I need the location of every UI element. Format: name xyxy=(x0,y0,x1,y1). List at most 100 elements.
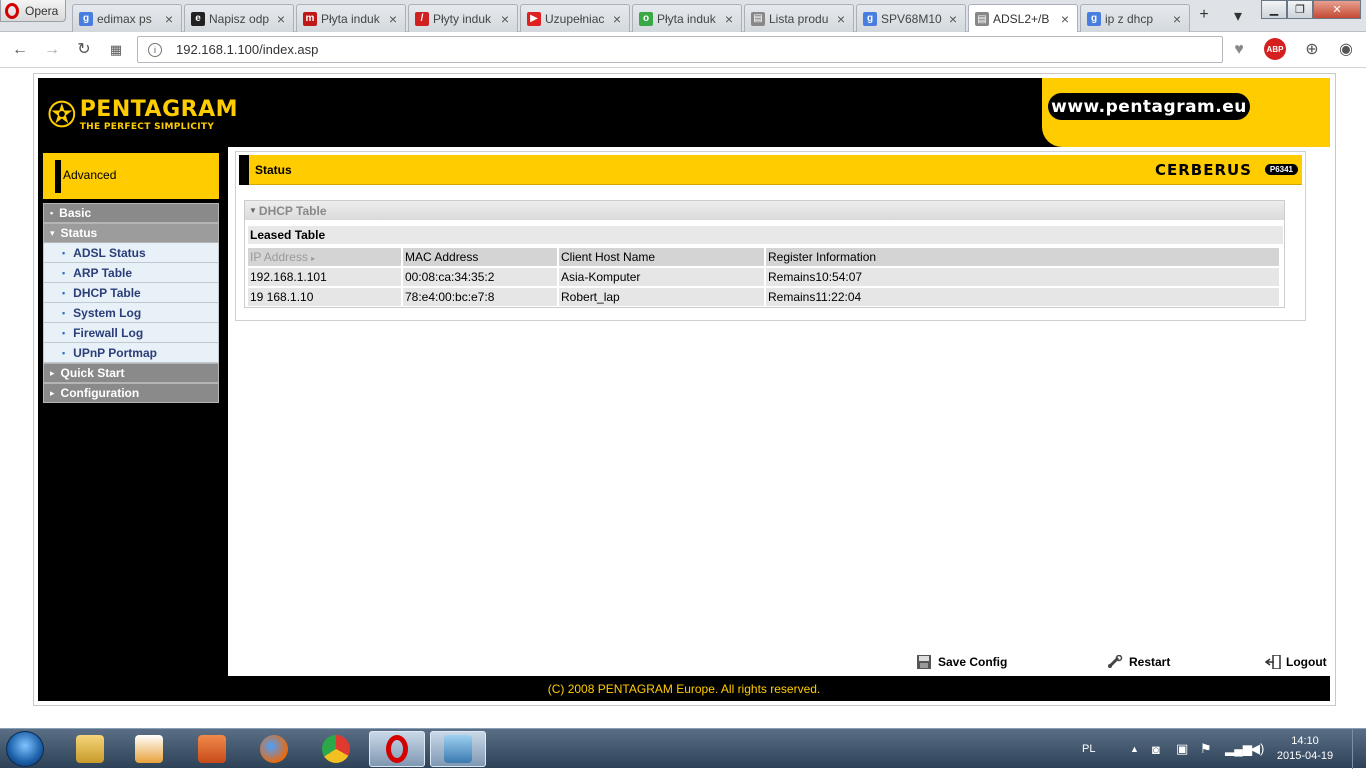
show-hidden-icons-arrow[interactable]: ▲ xyxy=(1130,729,1139,769)
action-center-flag-icon[interactable]: ⚑ xyxy=(1200,729,1212,769)
sidebar-item-basic[interactable]: • Basic xyxy=(43,203,219,223)
browser-tab[interactable]: g SPV68M10 × xyxy=(856,4,966,32)
maximize-button[interactable]: ❐ xyxy=(1287,0,1313,19)
leased-table: IP Address ▸ MAC Address Client Host Nam… xyxy=(246,246,1281,308)
browser-tab[interactable]: / Płyty induk × xyxy=(408,4,518,32)
restart-button[interactable]: Restart xyxy=(1107,655,1170,669)
url-field[interactable]: i 192.168.1.100/index.asp xyxy=(137,36,1223,63)
tab-close-icon[interactable]: × xyxy=(1171,11,1183,27)
product-name: CERBERUS xyxy=(1154,161,1252,179)
minimize-button[interactable]: ▁ xyxy=(1261,0,1287,19)
sidebar-item-adsl-status[interactable]: • ADSL Status xyxy=(43,243,219,263)
collapse-triangle-icon[interactable]: ▼ xyxy=(249,206,257,215)
reload-icon[interactable]: ↻ xyxy=(74,40,94,60)
status-title-bar: Status CERBERUS P6341 xyxy=(239,155,1302,185)
page-title: Status xyxy=(255,163,292,177)
opera-menu-button[interactable]: Opera xyxy=(0,0,66,22)
chrome-taskbar-icon[interactable] xyxy=(308,731,364,767)
tab-close-icon[interactable]: × xyxy=(835,11,847,27)
browser-tab[interactable]: ▤ ADSL2+/B × xyxy=(968,4,1078,33)
speed-dial-icon[interactable]: ▦ xyxy=(106,40,126,60)
tab-close-icon[interactable]: × xyxy=(275,11,287,27)
browser-tab[interactable]: g ip z dhcp × xyxy=(1080,4,1190,32)
tab-menu-icon[interactable]: ▾ xyxy=(1228,6,1248,26)
start-button[interactable] xyxy=(6,731,44,767)
column-header-ip[interactable]: IP Address ▸ xyxy=(248,248,401,266)
browser-tab[interactable]: ▶ Uzupełniac × xyxy=(520,4,630,32)
system-clock[interactable]: 14:10 2015-04-19 xyxy=(1275,734,1335,764)
dhcp-panel-title: DHCP Table xyxy=(258,203,327,218)
opera-taskbar-icon[interactable] xyxy=(369,731,425,767)
tab-close-icon[interactable]: × xyxy=(723,11,735,27)
tab-favicon-icon: m xyxy=(303,11,317,26)
adblock-icon[interactable]: ABP xyxy=(1264,38,1286,60)
sidebar-item-firewall-log[interactable]: • Firewall Log xyxy=(43,323,219,343)
tab-close-icon[interactable]: × xyxy=(611,11,623,27)
table-cell: Asia-Komputer xyxy=(559,268,764,286)
tray-device-icon[interactable]: ▣ xyxy=(1176,729,1188,769)
browser-tab-strip: Opera g edimax ps × e Napisz odp × m Płyta indu… xyxy=(0,0,1366,33)
office-taskbar-icon[interactable] xyxy=(184,731,240,767)
browser-tab[interactable]: e Napisz odp × xyxy=(184,4,294,32)
sidebar-item-status[interactable]: ▾ Status xyxy=(43,223,219,243)
sidebar-menu: • Basic ▾ Status • ADSL Status • ARP Table • DHCP… xyxy=(43,203,219,403)
dhcp-panel-header[interactable]: ▼ DHCP Table xyxy=(245,201,1284,220)
download-icon[interactable]: ⊕ xyxy=(1302,40,1322,60)
bookmark-heart-icon[interactable]: ♥ xyxy=(1229,40,1249,60)
sidebar-item-label: System Log xyxy=(73,305,142,320)
tab-title: ip z dhcp xyxy=(1105,11,1154,26)
new-tab-icon[interactable]: + xyxy=(1194,6,1214,24)
tab-close-icon[interactable]: × xyxy=(163,11,175,27)
sidebar-item-label: Quick Start xyxy=(60,366,125,380)
restart-tool-icon xyxy=(1108,655,1123,668)
column-header-mac: MAC Address xyxy=(403,248,557,266)
advanced-label: Advanced xyxy=(63,168,117,182)
tab-close-icon[interactable]: × xyxy=(387,11,399,27)
show-desktop-button[interactable] xyxy=(1352,729,1366,769)
table-cell: Robert_lap xyxy=(559,288,764,306)
save-config-button[interactable]: Save Config xyxy=(916,655,1007,669)
table-cell: Remains10:54:07 xyxy=(766,268,1279,286)
site-url-link[interactable]: www.pentagram.eu xyxy=(1048,93,1250,120)
logout-button[interactable]: Logout xyxy=(1264,655,1327,669)
close-window-button[interactable]: ✕ xyxy=(1313,0,1361,19)
browser-tab[interactable]: g edimax ps × xyxy=(72,4,182,32)
user-icon[interactable]: ◉ xyxy=(1336,40,1356,60)
explorer-taskbar-icon[interactable] xyxy=(62,731,118,767)
site-info-icon[interactable]: i xyxy=(148,42,162,57)
logout-door-icon xyxy=(1264,655,1281,669)
volume-icon[interactable]: ◀) xyxy=(1250,729,1264,769)
sidebar-item-label: UPnP Portmap xyxy=(73,345,157,360)
back-icon[interactable]: ← xyxy=(10,40,30,60)
sidebar-item-arp-table[interactable]: • ARP Table xyxy=(43,263,219,283)
bullet-icon: • xyxy=(62,247,66,258)
firefox-taskbar-icon[interactable] xyxy=(246,731,302,767)
language-indicator[interactable]: PL xyxy=(1082,729,1095,769)
table-cell: 192.168.1.101 xyxy=(248,268,401,286)
browser-tab[interactable]: ▤ Lista produ × xyxy=(744,4,854,32)
opera-label: Opera xyxy=(25,3,59,18)
sidebar-item-label: Configuration xyxy=(60,386,140,400)
sidebar-item-quick-start[interactable]: ▸ Quick Start xyxy=(43,363,219,383)
sidebar-item-label: Status xyxy=(60,226,98,240)
forward-icon[interactable]: → xyxy=(42,40,62,60)
tab-favicon-icon: ▶ xyxy=(527,11,541,26)
tab-favicon-icon: e xyxy=(191,11,205,26)
tray-app-icon[interactable]: ◙ xyxy=(1152,729,1160,769)
browser-tab[interactable]: o Płyta induk × xyxy=(632,4,742,32)
tab-close-icon[interactable]: × xyxy=(1059,11,1071,27)
expand-arrow-icon: ▸ xyxy=(50,387,55,398)
media-player-taskbar-icon[interactable] xyxy=(121,731,177,767)
control-panel-taskbar-icon[interactable] xyxy=(430,731,486,767)
browser-tab[interactable]: m Płyta induk × xyxy=(296,4,406,32)
sidebar-item-dhcp-table[interactable]: • DHCP Table xyxy=(43,283,219,303)
sidebar-item-system-log[interactable]: • System Log xyxy=(43,303,219,323)
network-signal-icon[interactable]: ▂▄▆ xyxy=(1225,729,1252,769)
expand-arrow-icon: • xyxy=(50,208,54,218)
sidebar-item-upnp-portmap[interactable]: • UPnP Portmap xyxy=(43,343,219,363)
tab-favicon-icon: g xyxy=(1087,11,1101,26)
tab-close-icon[interactable]: × xyxy=(947,11,959,27)
sidebar-item-configuration[interactable]: ▸ Configuration xyxy=(43,383,219,403)
status-container: Status CERBERUS P6341 ▼ DHCP Table Lease… xyxy=(235,151,1306,321)
tab-close-icon[interactable]: × xyxy=(499,11,511,27)
